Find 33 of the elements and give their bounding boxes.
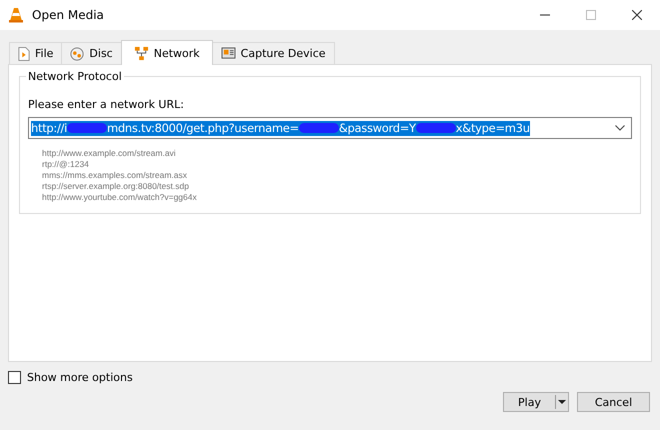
window-title: Open Media — [32, 8, 104, 22]
cone-icon — [8, 7, 24, 23]
example-url: http://www.yourtube.com/watch?v=gg64x — [42, 192, 198, 203]
caret-icon — [558, 400, 566, 404]
capture-card-icon — [220, 47, 236, 60]
tab[interactable]: File — [9, 42, 62, 64]
redaction-mark — [416, 123, 456, 133]
play-split-button[interactable]: Play — [503, 392, 569, 412]
example-url: rtsp://server.example.org:8080/test.sdp — [42, 181, 190, 192]
close-icon[interactable] — [632, 10, 642, 20]
cancel-button[interactable]: Cancel — [577, 392, 650, 412]
group-title: Network Protocol — [26, 70, 124, 83]
tab[interactable]: Disc — [61, 42, 122, 64]
redaction-mark — [298, 123, 339, 133]
document-icon — [18, 46, 30, 60]
network-icon — [134, 46, 149, 60]
url-text: http://i — [31, 121, 68, 135]
tab[interactable]: Network — [120, 40, 213, 65]
tab[interactable]: Capture Device — [212, 42, 335, 64]
chevron-down-icon[interactable] — [615, 125, 625, 131]
url-label: Please enter a network URL: — [28, 98, 185, 111]
checkbox[interactable] — [8, 371, 21, 384]
disc-icon — [70, 46, 84, 60]
checkbox-label: Show more options — [27, 371, 133, 384]
example-url: http://www.example.com/stream.avi — [42, 148, 177, 159]
redaction-mark — [67, 123, 108, 133]
example-url: rtp://@:1234 — [42, 159, 90, 170]
play-button[interactable]: Play — [504, 395, 556, 409]
example-url: mms://mms.examples.com/stream.asx — [42, 170, 188, 181]
url-text: mdns.tv:8000/get.php?username= — [107, 121, 299, 135]
url-field[interactable]: http://i mdns.tv:8000/get.php?username= &password=Y x&type=m3u — [28, 117, 632, 139]
url-text: &password=Y — [338, 121, 416, 135]
url-text: x&type=m3u — [456, 121, 530, 135]
